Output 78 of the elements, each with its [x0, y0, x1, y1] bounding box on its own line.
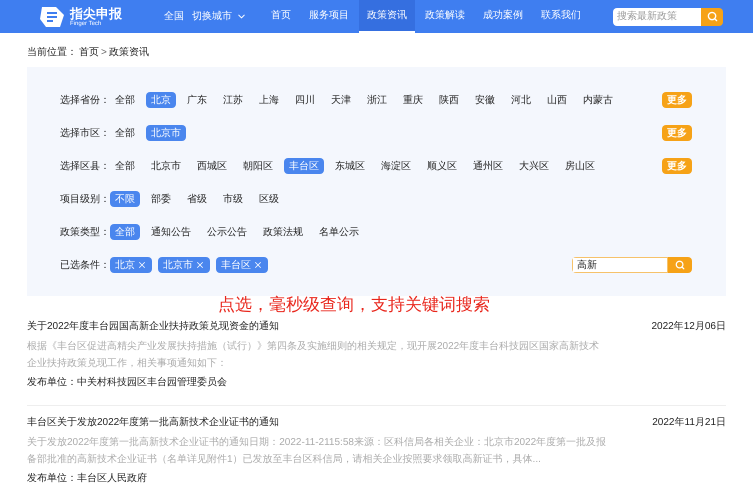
filter-option[interactable]: 部委 — [146, 191, 176, 207]
nav-tab[interactable]: 政策解读 — [417, 0, 473, 33]
search-button[interactable] — [668, 257, 692, 273]
filter-option[interactable]: 大兴区 — [514, 158, 554, 174]
filter-option[interactable]: 名单公示 — [314, 224, 364, 240]
filter-option[interactable]: 东城区 — [330, 158, 370, 174]
search-field[interactable]: 搜索最新政策 — [613, 8, 701, 26]
filter-option[interactable]: 海淀区 — [376, 158, 416, 174]
filter-option[interactable]: 北京市 — [146, 125, 186, 141]
filter-option[interactable]: 政策法规 — [258, 224, 308, 240]
article-publisher: 发布单位：丰台区人民政府 — [27, 472, 148, 486]
breadcrumb-label: 当前位置： — [27, 46, 77, 60]
brand-name: 指尖申报 — [70, 6, 122, 20]
filter-option[interactable]: 内蒙古 — [578, 92, 618, 108]
filter-option[interactable]: 区级 — [254, 191, 284, 207]
filter-option[interactable]: 四川 — [290, 92, 320, 108]
filter-option[interactable]: 浙江 — [362, 92, 392, 108]
breadcrumb-link[interactable]: 政策资讯 — [108, 44, 149, 60]
remove-icon[interactable] — [137, 260, 147, 270]
filter-option[interactable]: 天津 — [326, 92, 356, 108]
article-date: 2022年12月06日 — [652, 320, 726, 334]
filter-option[interactable]: 江苏 — [218, 92, 248, 108]
filter-label: 选择区县： — [60, 160, 110, 174]
article-summary: 关于发放2022年度第一批高新技术企业证书的通知日期：2022-11-2115:58来源：区科信局各相关企业：北京市2022年度第一批及报备部批准的高新技术企业证书（名单详见附件1）已发放至丰台区科信局，请相关企业按照要求领取高新证书，具体... — [27, 436, 607, 467]
filter-label: 选择省份： — [60, 94, 110, 108]
filter-option[interactable]: 丰台区 — [284, 158, 324, 174]
filter-label: 政策类型： — [60, 226, 110, 240]
nav-tab[interactable]: 政策资讯 — [359, 0, 415, 33]
filter-label: 选择市区： — [60, 126, 110, 140]
nav-tab[interactable]: 服务项目 — [301, 0, 357, 33]
filter-option[interactable]: 顺义区 — [422, 158, 462, 174]
nav-tab[interactable]: 首页 — [263, 0, 299, 33]
keyword-field[interactable]: 高新 — [572, 257, 668, 273]
filter-option[interactable]: 西城区 — [192, 158, 232, 174]
region-label: 全国 — [164, 10, 184, 24]
filter-option[interactable]: 北京 — [146, 92, 176, 108]
search-button[interactable] — [701, 8, 723, 26]
filter-option[interactable]: 上海 — [254, 92, 284, 108]
filter-option[interactable]: 房山区 — [560, 158, 600, 174]
filter-option[interactable]: 通知公告 — [146, 224, 196, 240]
logo-icon — [38, 4, 66, 28]
filter-option[interactable]: 安徽 — [470, 92, 500, 108]
selected-tag[interactable]: 丰台区 — [216, 257, 268, 273]
article-title[interactable]: 丰台区关于发放2022年度第一批高新技术企业证书的通知 — [27, 416, 280, 430]
filter-option[interactable]: 全部 — [110, 125, 140, 141]
filter-option[interactable]: 全部 — [110, 224, 140, 240]
filter-label: 项目级别： — [60, 192, 110, 206]
filter-option[interactable]: 不限 — [110, 191, 140, 207]
filter-option[interactable]: 全部 — [110, 158, 140, 174]
remove-icon[interactable] — [253, 260, 263, 270]
filter-option[interactable]: 全部 — [110, 92, 140, 108]
article-publisher: 发布单位：中关村科技园区丰台园管理委员会 — [27, 376, 228, 390]
filter-option[interactable]: 省级 — [182, 191, 212, 207]
filter-option[interactable]: 朝阳区 — [238, 158, 278, 174]
breadcrumb-separator: > — [101, 46, 107, 60]
article-summary: 根据《丰台区促进高精尖产业发展扶持措施（试行）》第四条及实施细则的相关规定，现开展2022年度丰台科技园区国家高新技术企业扶持政策兑现工作，相关事项通知如下： — [27, 340, 600, 371]
filter-option[interactable]: 通州区 — [468, 158, 508, 174]
nav-tab[interactable]: 联系我们 — [533, 0, 589, 33]
breadcrumb-link[interactable]: 首页 — [79, 44, 99, 60]
article-title[interactable]: 关于2022年度丰台园国高新企业扶持政策兑现资金的通知 — [27, 320, 280, 334]
filter-option[interactable]: 山西 — [542, 92, 572, 108]
selected-tag[interactable]: 北京市 — [158, 257, 210, 273]
article-date: 2022年11月21日 — [652, 416, 726, 430]
search-icon — [675, 260, 685, 270]
annotation-text: 点选，毫秒级查询，支持关键词搜索 — [218, 294, 490, 316]
nav-tab[interactable]: 成功案例 — [475, 0, 531, 33]
filter-label: 已选条件： — [60, 258, 110, 272]
filter-option[interactable]: 公示公告 — [202, 224, 252, 240]
switch-city-button[interactable]: 切换城市 — [192, 9, 247, 24]
selected-tag[interactable]: 北京 — [110, 257, 152, 273]
remove-icon[interactable] — [195, 260, 205, 270]
filter-option[interactable]: 陕西 — [434, 92, 464, 108]
filter-option[interactable]: 广东 — [182, 92, 212, 108]
search-icon — [706, 11, 718, 22]
filter-option[interactable]: 市级 — [218, 191, 248, 207]
filter-option[interactable]: 重庆 — [398, 92, 428, 108]
filter-option[interactable]: 北京市 — [146, 158, 186, 174]
filter-option[interactable]: 河北 — [506, 92, 536, 108]
